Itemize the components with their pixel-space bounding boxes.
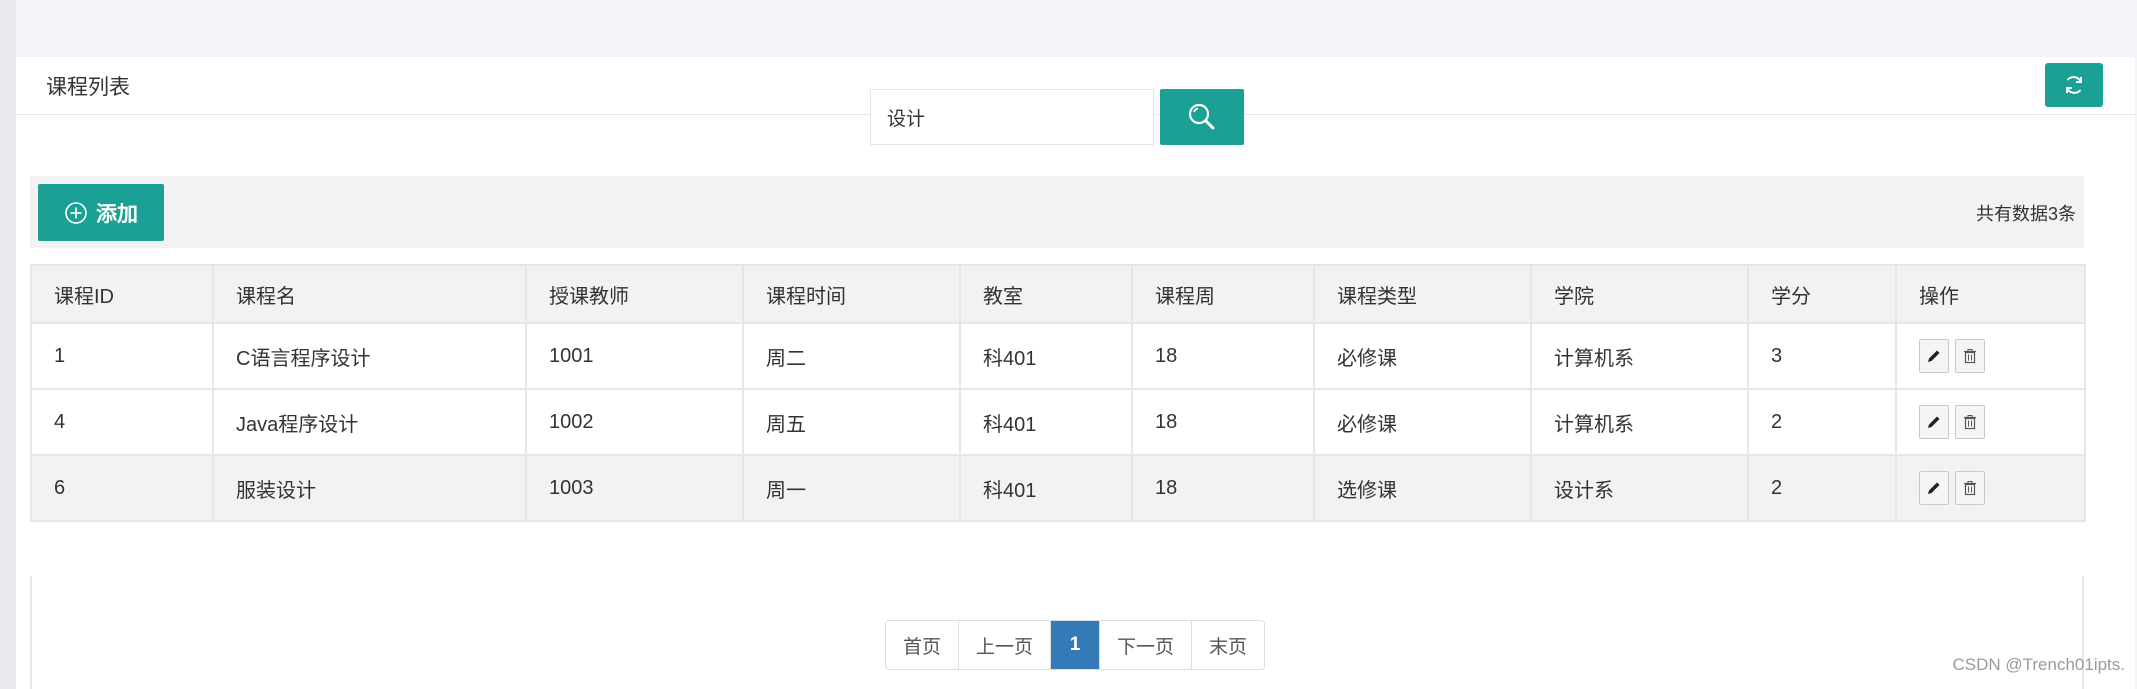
cell-course-id: 6 [30,454,214,522]
cell-classroom: 科401 [959,454,1133,522]
trash-icon [1964,349,1976,364]
cell-course-id: 4 [30,388,214,456]
column-header: 课程周 [1131,264,1315,324]
pencil-icon [1928,350,1940,362]
cell-actions [1895,322,2086,390]
search-button[interactable] [1160,89,1244,145]
edit-button[interactable] [1919,471,1949,505]
cell-course-name: 服装设计 [212,454,527,522]
pencil-icon [1928,416,1940,428]
edit-button[interactable] [1919,405,1949,439]
page-current[interactable]: 1 [1051,621,1101,669]
column-header: 课程ID [30,264,214,324]
cell-teacher: 1003 [525,454,744,522]
cell-classroom: 科401 [959,322,1133,390]
cell-course-weeks: 18 [1131,322,1315,390]
trash-icon [1964,415,1976,430]
page-first[interactable]: 首页 [886,621,960,669]
column-header: 学分 [1747,264,1897,324]
cell-course-weeks: 18 [1131,454,1315,522]
cell-course-time: 周一 [742,454,961,522]
cell-course-time: 周五 [742,388,961,456]
search-input[interactable] [870,89,1154,145]
cell-actions [1895,454,2086,522]
page-prev[interactable]: 上一页 [959,621,1052,669]
table-header-row: 课程ID 课程名 授课教师 课程时间 教室 课程周 课程类型 学院 学分 操作 [30,264,2086,324]
pencil-icon [1928,482,1940,494]
cell-course-type: 必修课 [1313,322,1532,390]
cell-college: 设计系 [1530,454,1749,522]
delete-button[interactable] [1955,405,1985,439]
edit-button[interactable] [1919,339,1949,373]
cell-credit: 2 [1747,388,1897,456]
column-header: 课程名 [212,264,527,324]
delete-button[interactable] [1955,339,1985,373]
column-header: 教室 [959,264,1133,324]
delete-button[interactable] [1955,471,1985,505]
cell-course-type: 选修课 [1313,454,1532,522]
table-toolbar: 添加 共有数据3条 [30,176,2084,248]
column-header: 学院 [1530,264,1749,324]
column-header: 授课教师 [525,264,744,324]
cell-college: 计算机系 [1530,322,1749,390]
trash-icon [1964,481,1976,496]
cell-course-type: 必修课 [1313,388,1532,456]
pagination: 首页 上一页 1 下一页 末页 [885,620,1266,670]
cell-course-weeks: 18 [1131,388,1315,456]
course-table: 课程ID 课程名 授课教师 课程时间 教室 课程周 课程类型 学院 学分 操作 … [30,264,2086,522]
cell-actions [1895,388,2086,456]
watermark: CSDN @Trench01ipts. [1952,655,2125,674]
refresh-icon [2066,76,2082,94]
add-button[interactable]: 添加 [38,184,164,241]
table-row: 6 服装设计 1003 周一 科401 18 选修课 设计系 2 [30,454,2086,522]
cell-teacher: 1002 [525,388,744,456]
cell-credit: 3 [1747,322,1897,390]
table-row: 1 C语言程序设计 1001 周二 科401 18 必修课 计算机系 3 [30,322,2086,390]
table-row: 4 Java程序设计 1002 周五 科401 18 必修课 计算机系 2 [30,388,2086,456]
add-button-label: 添加 [96,202,138,226]
page-next[interactable]: 下一页 [1100,621,1193,669]
cell-course-name: Java程序设计 [212,388,527,456]
plus-circle-icon [65,201,87,224]
column-header: 课程时间 [742,264,961,324]
refresh-button[interactable] [2045,63,2103,107]
cell-teacher: 1001 [525,322,744,390]
cell-course-id: 1 [30,322,214,390]
page-last[interactable]: 末页 [1192,621,1265,669]
total-count: 共有数据3条 [1975,204,2076,224]
column-header: 操作 [1895,264,2086,324]
cell-course-name: C语言程序设计 [212,322,527,390]
cell-course-time: 周二 [742,322,961,390]
column-header: 课程类型 [1313,264,1532,324]
left-edge [0,0,16,689]
search-icon [1188,103,1215,130]
cell-classroom: 科401 [959,388,1133,456]
panel-title: 课程列表 [46,76,130,99]
cell-college: 计算机系 [1530,388,1749,456]
cell-credit: 2 [1747,454,1897,522]
